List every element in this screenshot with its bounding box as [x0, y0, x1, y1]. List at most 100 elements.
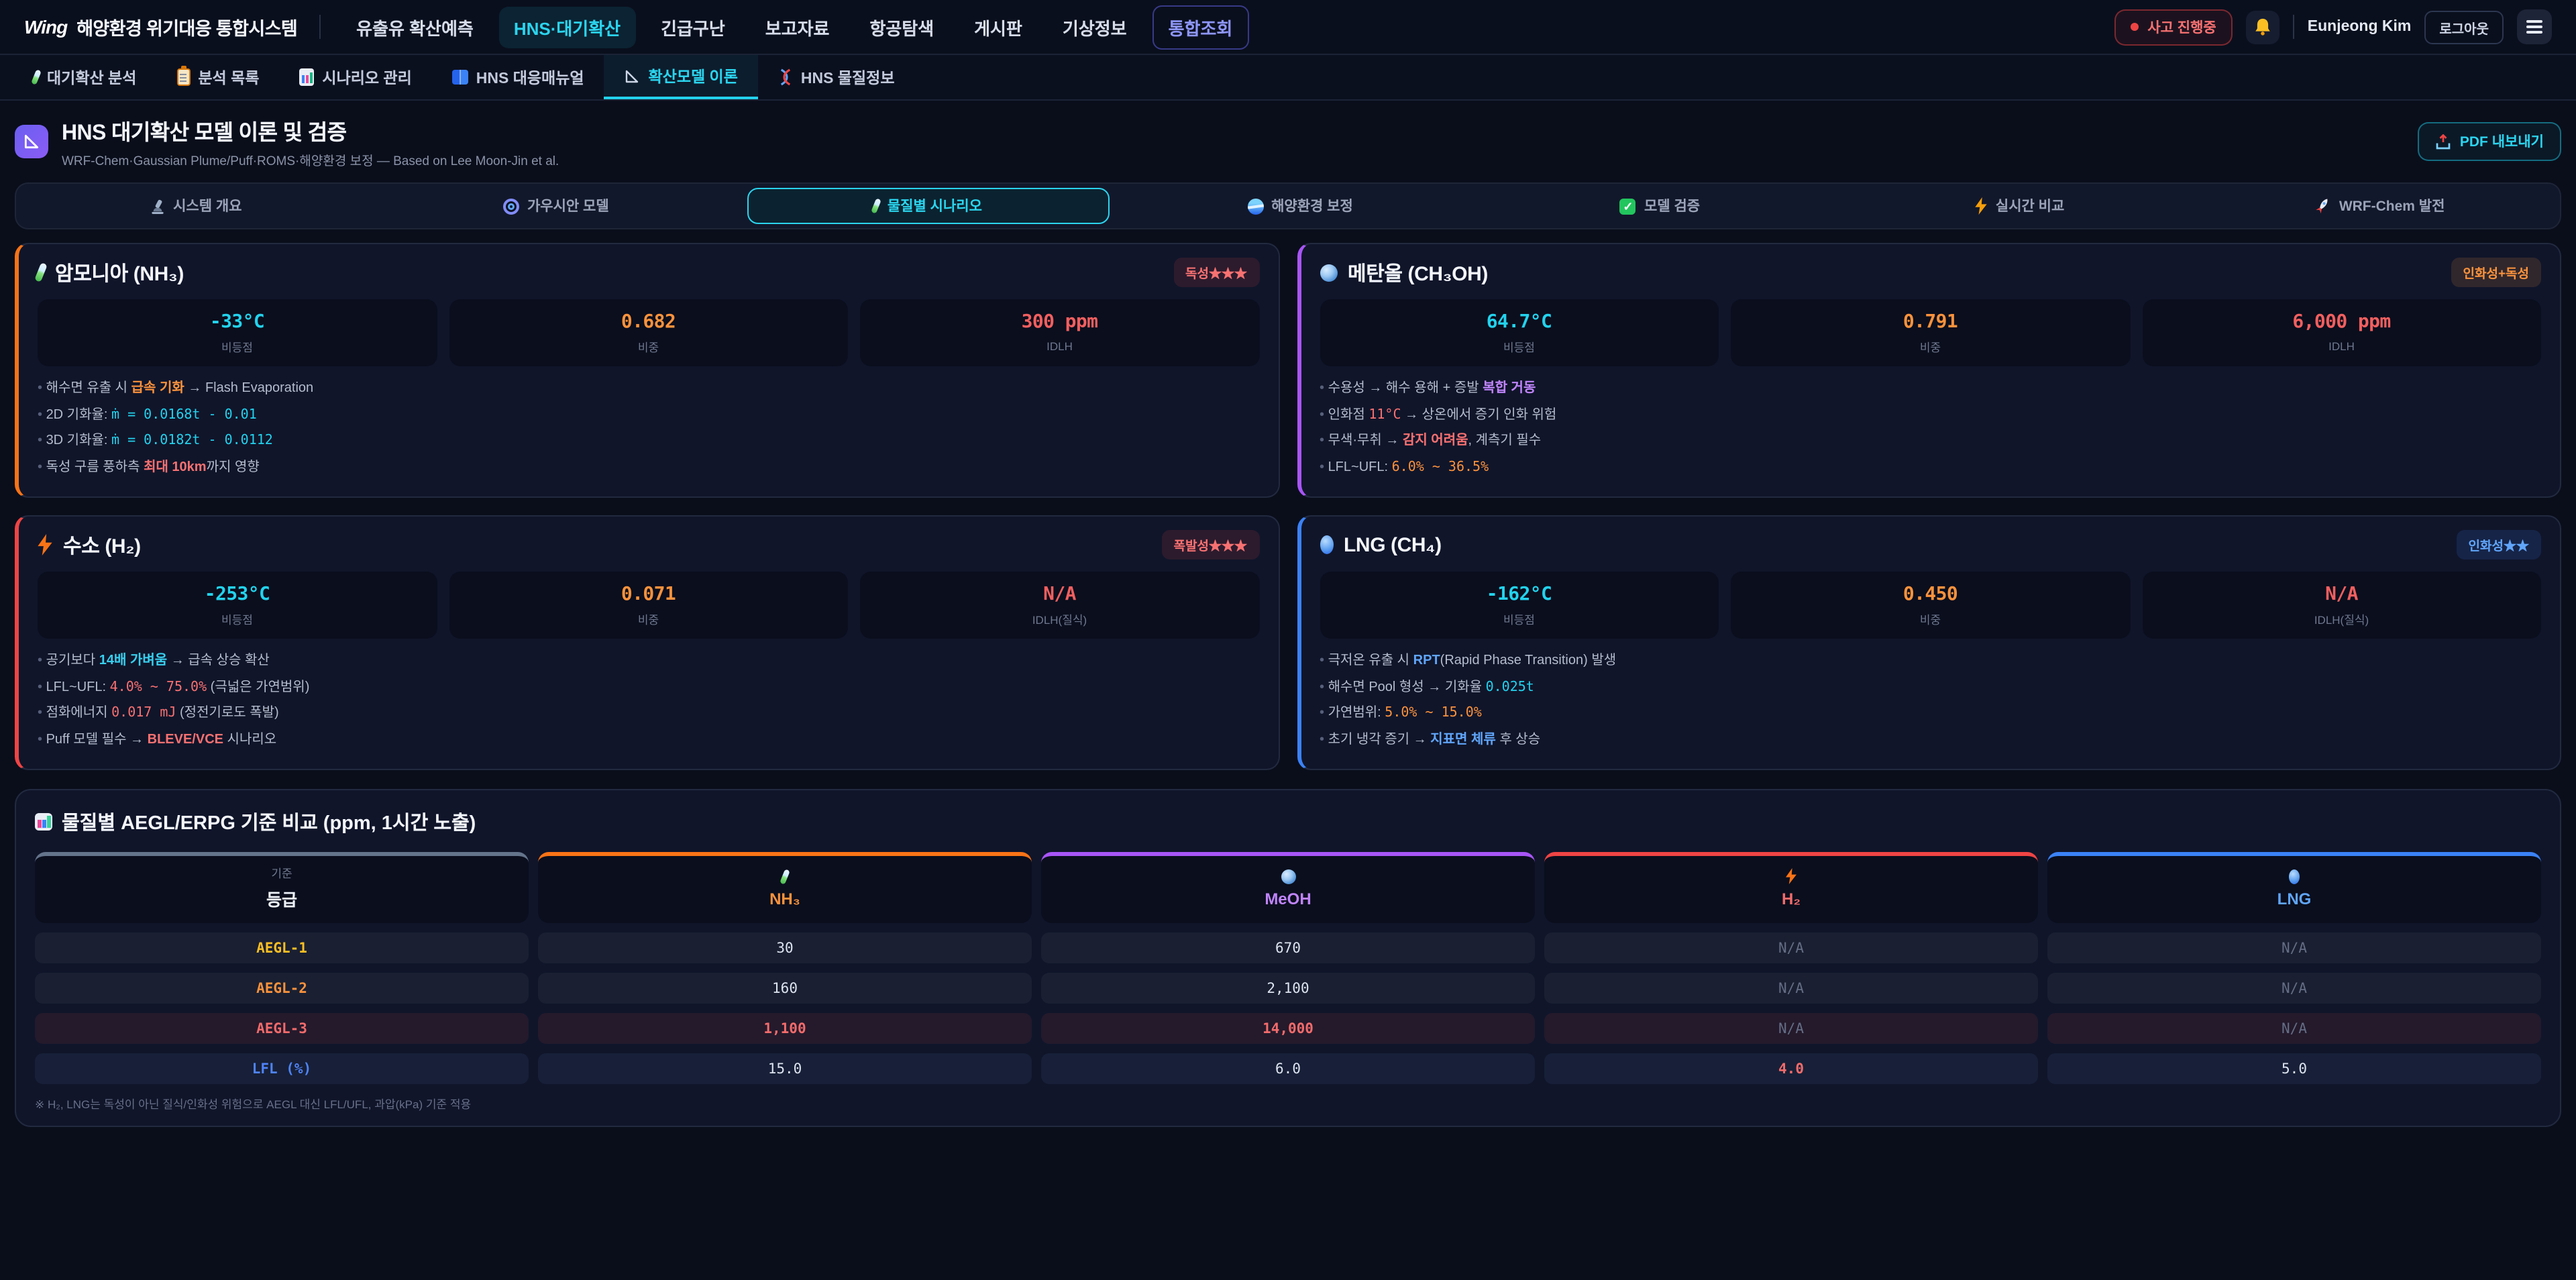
- table-cell: 15.0: [538, 1053, 1032, 1084]
- tab-substance-scenarios[interactable]: 물질별 시나리오: [747, 188, 1110, 224]
- explosive-badge: 폭발성★★★: [1162, 530, 1259, 559]
- subnav-diffusion-model-theory[interactable]: 확산모델 이론: [604, 55, 758, 99]
- table-title-row: 물질별 AEGL/ERPG 기준 비교 (ppm, 1시간 노출): [35, 808, 2541, 836]
- bullet-item: 해수면 유출 시 급속 기화 → Flash Evaporation: [38, 378, 1259, 398]
- stat-boiling-point: -162°C 비등점: [1320, 572, 1719, 639]
- test-tube-icon: [34, 262, 48, 282]
- subnav-label: 확산모델 이론: [649, 65, 738, 87]
- column-header-nh3: NH₃: [538, 852, 1032, 923]
- table-row-aegl2: AEGL-2 160 2,100 N/A N/A: [35, 973, 2541, 1004]
- test-tube-icon: [780, 868, 790, 884]
- column-header-criteria: 기준 등급: [35, 852, 529, 923]
- stat-label: 비중: [1736, 339, 2125, 356]
- card-title: 수소 (H₂): [63, 531, 141, 559]
- tab-label: 해양환경 보정: [1271, 196, 1353, 216]
- subnav-hns-manual[interactable]: HNS 대응매뉴얼: [432, 55, 604, 99]
- stat-label: 비중: [1736, 612, 2125, 628]
- stat-label: IDLH(질식): [2147, 612, 2536, 628]
- stat-idlh: 6,000 ppm IDLH: [2142, 299, 2541, 366]
- hamburger-menu-button[interactable]: [2517, 9, 2552, 44]
- tab-label: 물질별 시나리오: [888, 196, 982, 216]
- stat-boiling-point: 64.7°C 비등점: [1320, 299, 1719, 366]
- tab-wrf-chem[interactable]: WRF-Chem 발전: [2200, 184, 2560, 228]
- tab-system-overview[interactable]: 시스템 개요: [16, 184, 376, 228]
- row-label: AEGL-1: [35, 932, 529, 963]
- nav-item-weather[interactable]: 기상정보: [1048, 6, 1142, 48]
- top-navbar: Wing 해양환경 위기대응 통합시스템 유출유 확산예측 HNS·대기확산 긴…: [0, 0, 2576, 55]
- nav-item-hns-dispersion[interactable]: HNS·대기확산: [499, 6, 635, 48]
- bullet-item: Puff 모델 필수 → BLEVE/VCE 시나리오: [38, 729, 1259, 749]
- flammable-badge: 인화성★★: [2457, 530, 2541, 559]
- subnav-label: 시나리오 관리: [322, 66, 411, 88]
- nav-item-integrated-search[interactable]: 통합조회: [1152, 5, 1249, 49]
- table-cell: N/A: [2047, 1013, 2541, 1044]
- table-header-row: 기준 등급 NH₃ MeOH H₂ LNG: [35, 852, 2541, 923]
- card-header: 메탄올 (CH₃OH) 인화성+독성: [1320, 258, 2541, 287]
- stat-label: 비등점: [1325, 612, 1713, 628]
- column-header-meoh: MeOH: [1041, 852, 1535, 923]
- table-cell: N/A: [1544, 1013, 2038, 1044]
- card-title: 메탄올 (CH₃OH): [1348, 258, 1488, 286]
- column-label: H₂: [1782, 890, 1801, 908]
- stat-value: 300 ppm: [865, 311, 1254, 333]
- subnav-hns-substance-info[interactable]: HNS 물질정보: [758, 55, 915, 99]
- section-tabs: 시스템 개요 가우시안 모델 물질별 시나리오 해양환경 보정 ✓ 모델 검증 …: [15, 182, 2561, 229]
- nav-item-board[interactable]: 게시판: [959, 6, 1037, 48]
- nav-item-aerial-search[interactable]: 항공탐색: [855, 6, 949, 48]
- bullet-item: 해수면 Pool 형성 → 기화율 0.025t: [1320, 677, 2541, 697]
- clipboard-icon: [176, 68, 190, 86]
- row-label: AEGL-2: [35, 973, 529, 1004]
- stat-value: 0.450: [1736, 584, 2125, 605]
- row-label: LFL (%): [35, 1053, 529, 1084]
- stat-label: IDLH: [2147, 339, 2536, 353]
- petri-dish-icon: [1320, 264, 1337, 281]
- nav-item-rescue[interactable]: 긴급구난: [646, 6, 740, 48]
- notifications-button[interactable]: [2246, 10, 2279, 44]
- tab-marine-correction[interactable]: 해양환경 보정: [1120, 184, 1481, 228]
- app-logo[interactable]: Wing 해양환경 위기대응 통합시스템: [24, 13, 297, 40]
- incident-status-badge[interactable]: 사고 진행중: [2114, 9, 2232, 45]
- stat-label: 비등점: [43, 612, 431, 628]
- stat-label: 비등점: [43, 339, 431, 356]
- stat-value: 6,000 ppm: [2147, 311, 2536, 333]
- blue-drop-icon: [2289, 869, 2300, 884]
- column-label: NH₃: [769, 889, 800, 908]
- subnav-analysis-list[interactable]: 분석 목록: [156, 55, 279, 99]
- bullet-item: LFL~UFL: 6.0% ~ 36.5%: [1320, 457, 2541, 477]
- incident-status-label: 사고 진행중: [2147, 17, 2216, 37]
- stat-value: 0.682: [454, 311, 843, 333]
- table-cell: 6.0: [1041, 1053, 1535, 1084]
- logout-button[interactable]: 로그아웃: [2424, 10, 2504, 44]
- table-cell: N/A: [2047, 973, 2541, 1004]
- page-title: HNS 대기확산 모델 이론 및 검증: [62, 114, 559, 146]
- bullet-item: 공기보다 14배 가벼움 → 급속 상승 확산: [38, 651, 1259, 671]
- stat-idlh: N/A IDLH(질식): [860, 572, 1259, 639]
- table-cell: 14,000: [1041, 1013, 1535, 1044]
- tab-gaussian-model[interactable]: 가우시안 모델: [376, 184, 737, 228]
- card-bullets: 수용성 → 해수 용해 + 증발 복합 거동 인화점 11°C → 상온에서 증…: [1320, 378, 2541, 477]
- aegl-erpg-table-card: 물질별 AEGL/ERPG 기준 비교 (ppm, 1시간 노출) 기준 등급 …: [15, 789, 2561, 1127]
- swirl-icon: [503, 198, 519, 214]
- pdf-export-button[interactable]: PDF 내보내기: [2418, 122, 2561, 161]
- column-header-h2: H₂: [1544, 852, 2038, 923]
- blue-drop-icon: [1320, 535, 1333, 554]
- card-lng: LNG (CH₄) 인화성★★ -162°C 비등점 0.450 비중 N/A …: [1297, 515, 2561, 770]
- test-tube-icon: [871, 198, 882, 213]
- nav-item-reports[interactable]: 보고자료: [751, 6, 845, 48]
- tab-label: 시스템 개요: [173, 196, 241, 216]
- nav-item-oil-spill[interactable]: 유출유 확산예측: [341, 6, 488, 48]
- wing-logo-icon: Wing: [24, 16, 67, 38]
- tab-model-validation[interactable]: ✓ 모델 검증: [1480, 184, 1840, 228]
- stat-boiling-point: -33°C 비등점: [38, 299, 437, 366]
- table-cell: 2,100: [1041, 973, 1535, 1004]
- subnav-scenario-management[interactable]: 시나리오 관리: [279, 55, 431, 99]
- tab-realtime-comparison[interactable]: 실시간 비교: [1840, 184, 2200, 228]
- subnav-label: 대기확산 분석: [47, 66, 136, 88]
- table-cell: 5.0: [2047, 1053, 2541, 1084]
- table-cell: 30: [538, 932, 1032, 963]
- subnav-dispersion-analysis[interactable]: 대기확산 분석: [13, 55, 156, 99]
- status-dot-icon: [2130, 23, 2138, 31]
- test-tube-icon: [31, 69, 42, 85]
- column-header-lng: LNG: [2047, 852, 2541, 923]
- card-header: 수소 (H₂) 폭발성★★★: [38, 530, 1259, 559]
